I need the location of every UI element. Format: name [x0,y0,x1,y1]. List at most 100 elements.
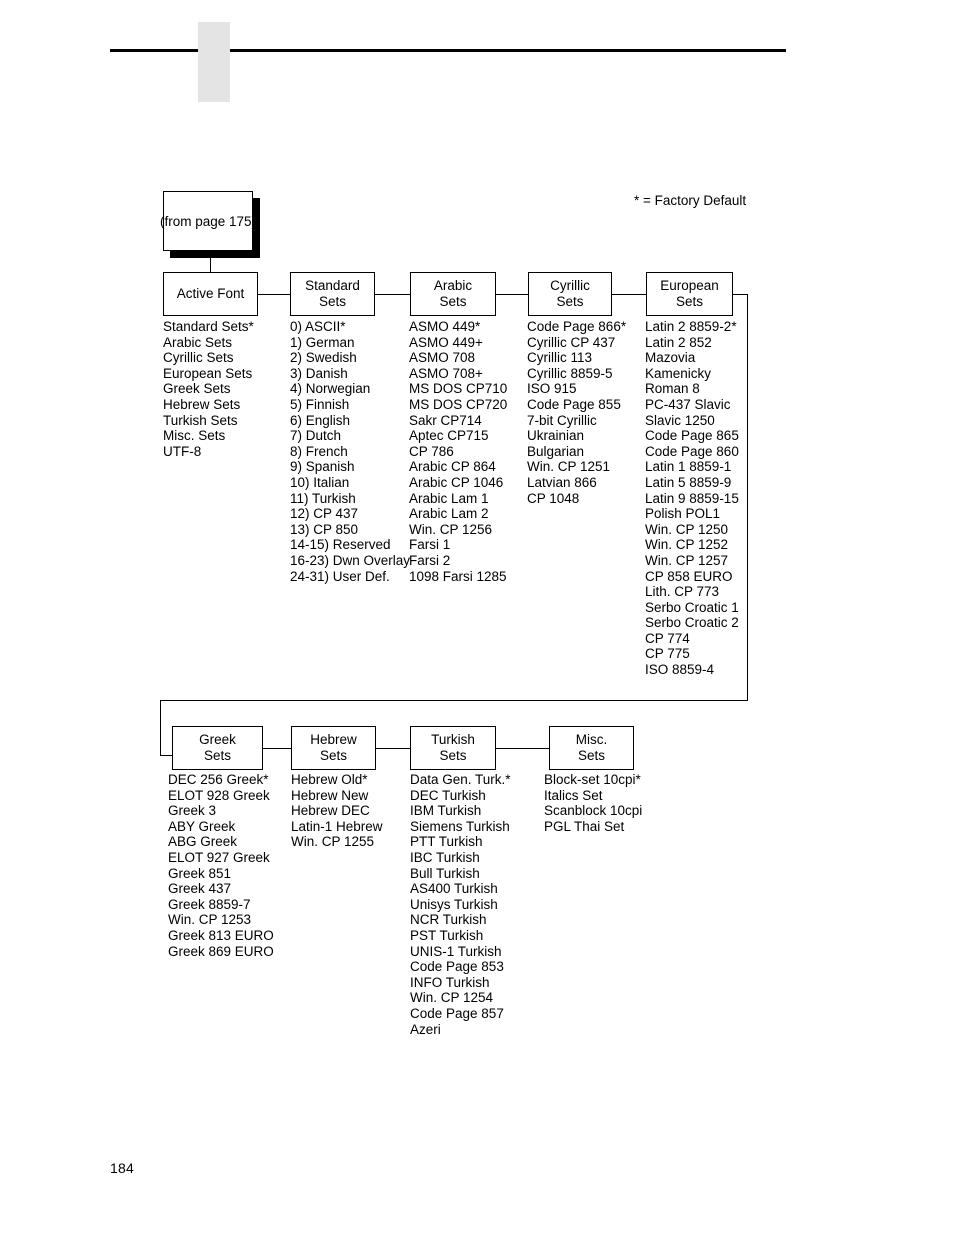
option-item[interactable]: AS400 Turkish [410,881,511,897]
option-item[interactable]: Code Page 866* [527,319,626,335]
option-item[interactable]: 10) Italian [290,475,410,491]
option-item[interactable]: Hebrew New [291,788,383,804]
option-item[interactable]: Latin 5 8859-9 [645,475,739,491]
option-item[interactable]: Data Gen. Turk.* [410,772,511,788]
option-item[interactable]: Greek 813 EURO [168,928,274,944]
option-item[interactable]: Code Page 865 [645,428,739,444]
node-greek-sets[interactable]: Greek Sets [172,726,263,770]
option-item[interactable]: Greek 851 [168,866,274,882]
option-item[interactable]: ISO 915 [527,381,626,397]
option-item[interactable]: ASMO 708 [409,350,507,366]
option-item[interactable]: 4) Norwegian [290,381,410,397]
option-item[interactable]: Farsi 2 [409,553,507,569]
option-item[interactable]: Azeri [410,1022,511,1038]
option-item[interactable]: Mazovia [645,350,739,366]
node-misc-sets[interactable]: Misc. Sets [549,726,634,770]
option-item[interactable]: Greek 3 [168,803,274,819]
option-item[interactable]: MS DOS CP720 [409,397,507,413]
option-item[interactable]: Win. CP 1256 [409,522,507,538]
option-item[interactable]: Lith. CP 773 [645,584,739,600]
option-item[interactable]: Siemens Turkish [410,819,511,835]
option-item[interactable]: Greek 869 EURO [168,944,274,960]
option-item[interactable]: Code Page 853 [410,959,511,975]
node-active-font[interactable]: Active Font [163,272,258,316]
option-item[interactable]: Win. CP 1257 [645,553,739,569]
option-item[interactable]: Arabic Lam 2 [409,506,507,522]
option-item[interactable]: Hebrew Sets [163,397,254,413]
option-item[interactable]: Standard Sets* [163,319,254,335]
option-item[interactable]: Greek 437 [168,881,274,897]
option-item[interactable]: Aptec CP715 [409,428,507,444]
option-item[interactable]: Greek Sets [163,381,254,397]
option-item[interactable]: ASMO 708+ [409,366,507,382]
option-item[interactable]: CP 775 [645,646,739,662]
option-item[interactable]: Latin 2 8859-2* [645,319,739,335]
option-item[interactable]: ASMO 449+ [409,335,507,351]
option-item[interactable]: Sakr CP714 [409,413,507,429]
option-item[interactable]: Win. CP 1255 [291,834,383,850]
option-item[interactable]: Italics Set [544,788,642,804]
option-item[interactable]: 14-15) Reserved [290,537,410,553]
option-item[interactable]: Hebrew Old* [291,772,383,788]
option-item[interactable]: Arabic CP 1046 [409,475,507,491]
option-item[interactable]: Win. CP 1251 [527,459,626,475]
option-item[interactable]: ASMO 449* [409,319,507,335]
option-item[interactable]: 3) Danish [290,366,410,382]
option-item[interactable]: ISO 8859-4 [645,662,739,678]
option-item[interactable]: Farsi 1 [409,537,507,553]
option-item[interactable]: ABY Greek [168,819,274,835]
option-item[interactable]: 9) Spanish [290,459,410,475]
option-item[interactable]: Unisys Turkish [410,897,511,913]
option-item[interactable]: Latin 2 852 [645,335,739,351]
option-item[interactable]: IBM Turkish [410,803,511,819]
option-item[interactable]: Cyrillic 113 [527,350,626,366]
option-item[interactable]: 1) German [290,335,410,351]
option-item[interactable]: PST Turkish [410,928,511,944]
option-item[interactable]: Latin-1 Hebrew [291,819,383,835]
option-item[interactable]: Win. CP 1253 [168,912,274,928]
option-item[interactable]: UTF-8 [163,444,254,460]
option-item[interactable]: 12) CP 437 [290,506,410,522]
option-item[interactable]: 2) Swedish [290,350,410,366]
option-item[interactable]: 24-31) User Def. [290,569,410,585]
node-arabic-sets[interactable]: Arabic Sets [410,272,496,316]
option-item[interactable]: Roman 8 [645,381,739,397]
option-item[interactable]: CP 774 [645,631,739,647]
option-item[interactable]: ABG Greek [168,834,274,850]
node-standard-sets[interactable]: Standard Sets [290,272,375,316]
option-item[interactable]: CP 786 [409,444,507,460]
option-item[interactable]: European Sets [163,366,254,382]
option-item[interactable]: Win. CP 1252 [645,537,739,553]
option-item[interactable]: PGL Thai Set [544,819,642,835]
option-item[interactable]: Serbo Croatic 2 [645,615,739,631]
option-item[interactable]: PTT Turkish [410,834,511,850]
option-item[interactable]: PC-437 Slavic [645,397,739,413]
option-item[interactable]: Serbo Croatic 1 [645,600,739,616]
option-item[interactable]: 1098 Farsi 1285 [409,569,507,585]
node-turkish-sets[interactable]: Turkish Sets [410,726,496,770]
option-item[interactable]: IBC Turkish [410,850,511,866]
option-item[interactable]: DEC 256 Greek* [168,772,274,788]
option-item[interactable]: Polish POL1 [645,506,739,522]
option-item[interactable]: INFO Turkish [410,975,511,991]
option-item[interactable]: Slavic 1250 [645,413,739,429]
option-item[interactable]: Ukrainian [527,428,626,444]
option-item[interactable]: Bulgarian [527,444,626,460]
option-item[interactable]: Greek 8859-7 [168,897,274,913]
option-item[interactable]: CP 1048 [527,491,626,507]
option-item[interactable]: Arabic Lam 1 [409,491,507,507]
option-item[interactable]: Bull Turkish [410,866,511,882]
option-item[interactable]: Turkish Sets [163,413,254,429]
option-item[interactable]: ELOT 927 Greek [168,850,274,866]
option-item[interactable]: Latin 1 8859-1 [645,459,739,475]
option-item[interactable]: 13) CP 850 [290,522,410,538]
node-cyrillic-sets[interactable]: Cyrillic Sets [528,272,612,316]
option-item[interactable]: DEC Turkish [410,788,511,804]
option-item[interactable]: 5) Finnish [290,397,410,413]
option-item[interactable]: 7) Dutch [290,428,410,444]
option-item[interactable]: Code Page 860 [645,444,739,460]
option-item[interactable]: Misc. Sets [163,428,254,444]
option-item[interactable]: Cyrillic CP 437 [527,335,626,351]
option-item[interactable]: Code Page 855 [527,397,626,413]
option-item[interactable]: 8) French [290,444,410,460]
